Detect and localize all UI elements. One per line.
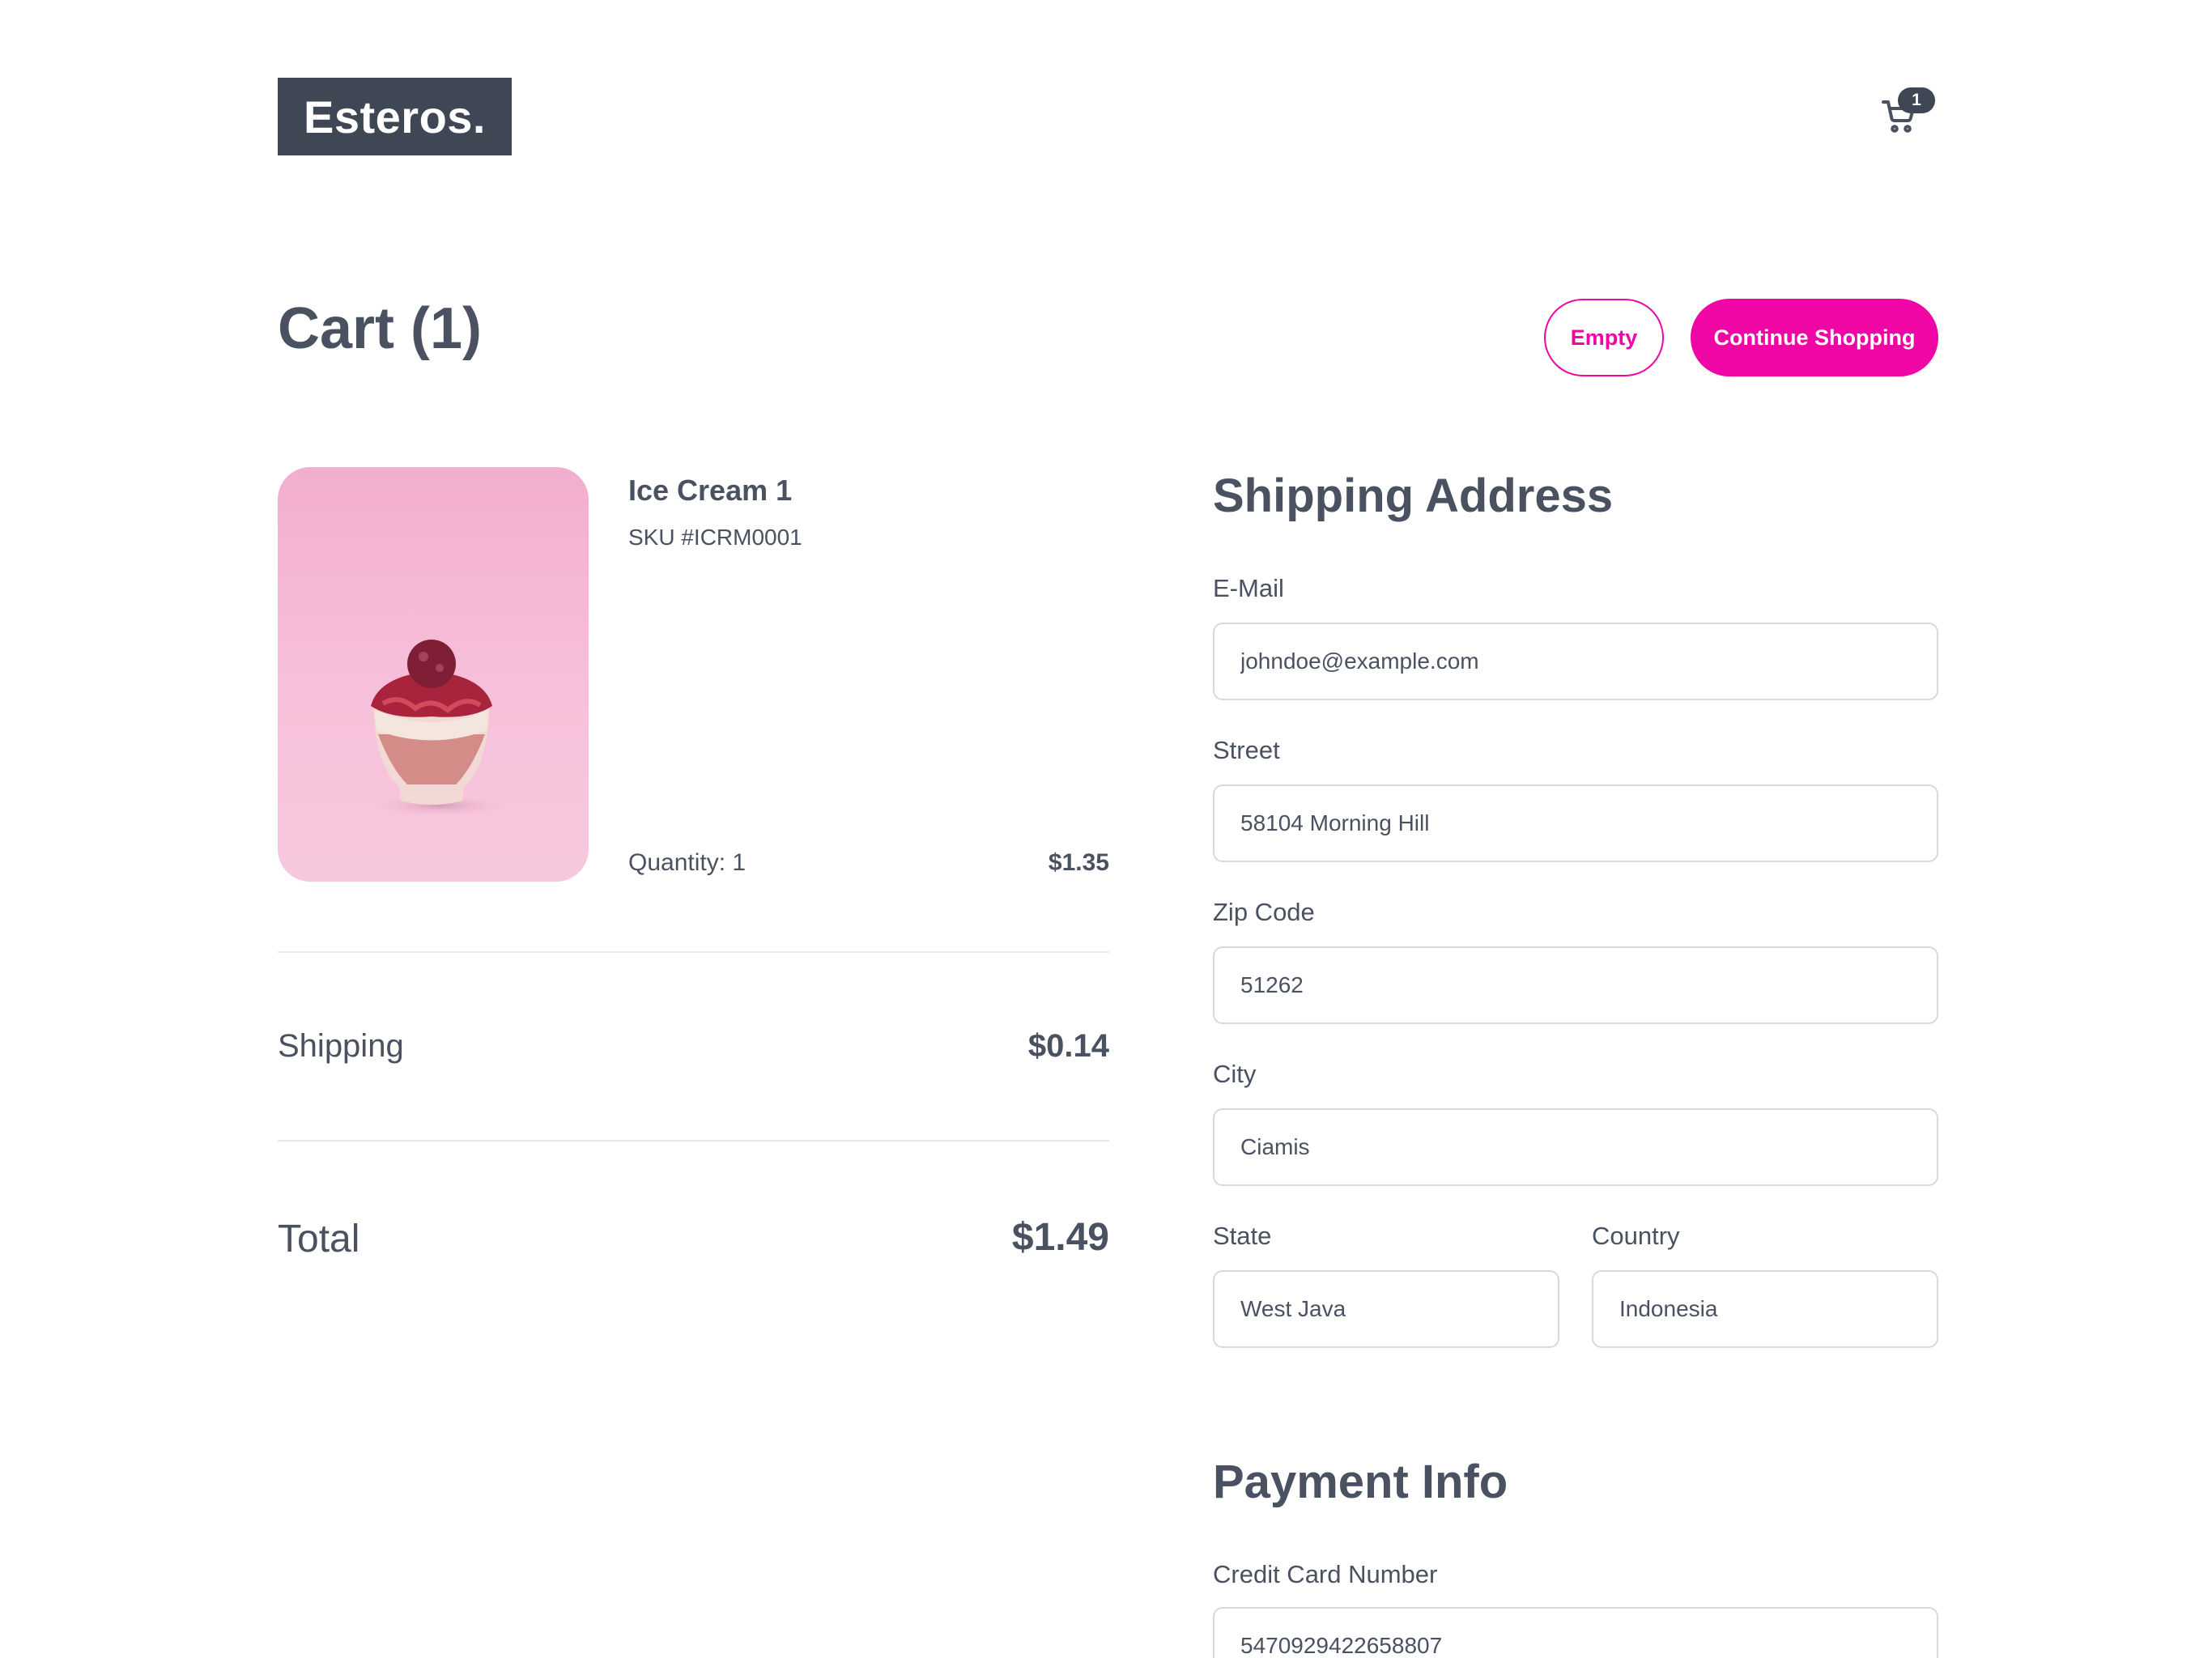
state-field[interactable] <box>1213 1270 1559 1348</box>
email-field[interactable] <box>1213 623 1938 700</box>
checkout-page: Esteros. 1 Cart (1) Empty Continue Shopp… <box>0 0 2212 1658</box>
product-sku: SKU #ICRM0001 <box>628 525 802 550</box>
credit-card-field[interactable] <box>1213 1607 1938 1658</box>
country-label: Country <box>1592 1222 1680 1250</box>
product-price: $1.35 <box>1048 849 1109 876</box>
credit-card-label: Credit Card Number <box>1213 1560 1438 1588</box>
shipping-cost: $0.14 <box>1027 1028 1109 1064</box>
shipping-address-title: Shipping Address <box>1213 470 1614 522</box>
product-name[interactable]: Ice Cream 1 <box>628 474 792 508</box>
street-field[interactable] <box>1213 784 1938 862</box>
payment-info-title: Payment Info <box>1213 1456 1508 1508</box>
email-label: E-Mail <box>1213 574 1284 602</box>
cart-title: Cart (1) <box>278 296 483 361</box>
continue-shopping-button[interactable]: Continue Shopping <box>1691 299 1938 376</box>
total-amount: $1.49 <box>1011 1216 1109 1259</box>
street-label: Street <box>1213 736 1280 764</box>
country-field[interactable] <box>1592 1270 1938 1348</box>
divider <box>278 1140 1109 1141</box>
shipping-label: Shipping <box>278 1028 404 1064</box>
product-image <box>278 467 589 882</box>
zip-code-label: Zip Code <box>1213 898 1315 926</box>
city-label: City <box>1213 1060 1257 1088</box>
brand-logo[interactable]: Esteros. <box>278 78 512 155</box>
total-label: Total <box>278 1218 360 1261</box>
zip-code-field[interactable] <box>1213 946 1938 1024</box>
state-label: State <box>1213 1222 1272 1250</box>
product-quantity: Quantity: 1 <box>628 849 747 876</box>
divider <box>278 951 1109 953</box>
city-field[interactable] <box>1213 1108 1938 1186</box>
empty-cart-button[interactable]: Empty <box>1544 299 1664 376</box>
cart-count-badge: 1 <box>1898 87 1935 113</box>
